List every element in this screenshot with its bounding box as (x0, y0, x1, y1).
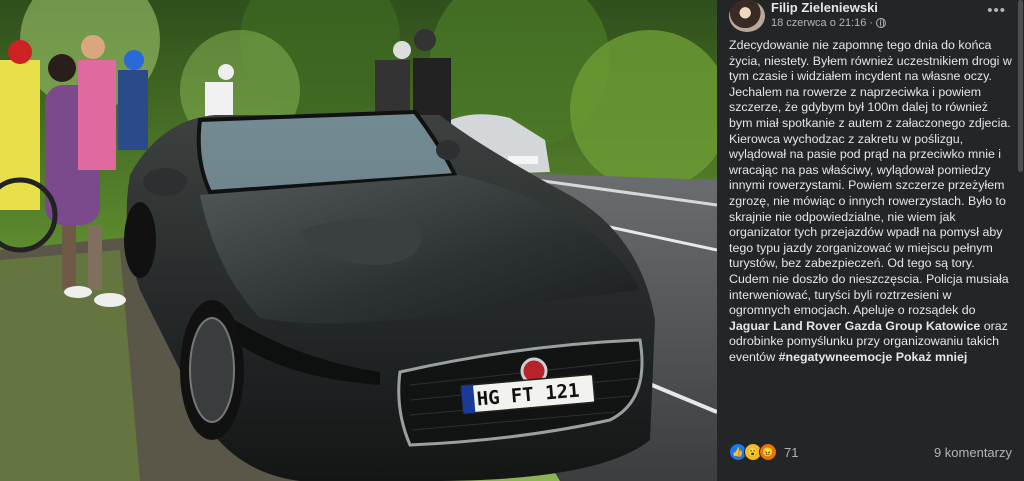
post-text: Zdecydowanie nie zapomnę tego dnia do ko… (729, 38, 1012, 365)
angry-icon: 😠 (759, 443, 777, 461)
avatar[interactable] (729, 0, 765, 32)
post-meta: 18 czerwca o 21:16 · (771, 17, 887, 29)
scrollbar[interactable] (1018, 0, 1023, 172)
post-footer: 👍 😮 😠 71 9 komentarzy (729, 437, 1012, 467)
post-date[interactable]: 18 czerwca o 21:16 (771, 17, 866, 29)
globe-icon (876, 18, 887, 28)
post-panel: Filip Zieleniewski 18 czerwca o 21:16 · … (717, 0, 1024, 481)
photo-scene: HG FT 121 (0, 0, 717, 481)
more-icon[interactable]: ••• (987, 2, 1006, 19)
comments-count[interactable]: 9 komentarzy (934, 445, 1012, 460)
see-less-link[interactable]: Pokaż mniej (896, 350, 968, 364)
reaction-count: 71 (784, 444, 799, 460)
post-body: Zdecydowanie nie zapomnę tego dnia do ko… (729, 38, 1012, 318)
post-photo[interactable]: HG FT 121 (0, 0, 717, 481)
hashtag-link[interactable]: #negatywneemocje (779, 350, 893, 364)
author-name[interactable]: Filip Zieleniewski (771, 0, 878, 15)
reactions-summary[interactable]: 👍 😮 😠 71 (729, 443, 798, 461)
mention-link[interactable]: Jaguar Land Rover Gazda Group Katowice (729, 319, 980, 333)
